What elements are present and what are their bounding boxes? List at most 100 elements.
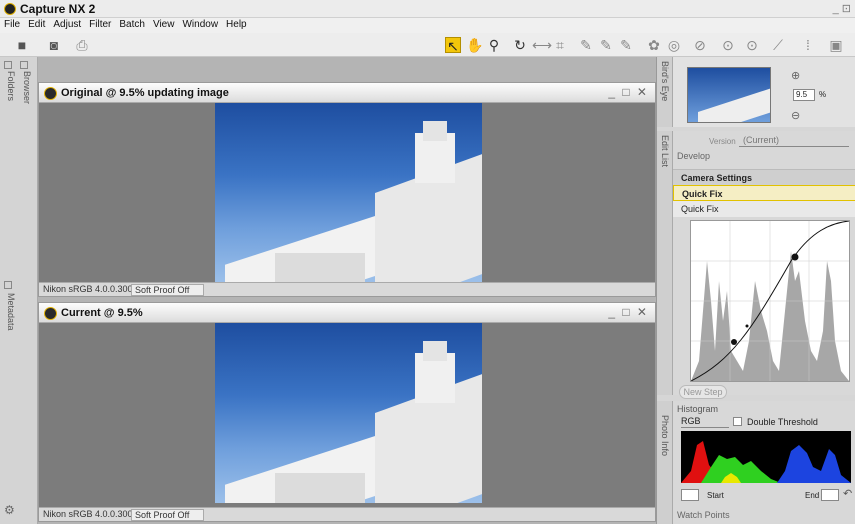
camera-settings-row[interactable]: Camera Settings — [673, 169, 855, 185]
pane-window-controls[interactable]: _ □ ✕ — [608, 85, 649, 99]
new-step-button[interactable]: New Step — [679, 385, 727, 399]
select-arrow-icon[interactable]: ↖ — [445, 37, 461, 54]
pane-title: Current @ 9.5% — [61, 307, 143, 319]
zoom-icon[interactable]: ⚲ — [486, 37, 502, 53]
color-control-point-icon[interactable]: ⊙ — [744, 37, 760, 53]
menu-file[interactable]: File — [0, 18, 24, 31]
more-tools-icon[interactable]: ⁞ — [800, 37, 816, 53]
color-profile: Nikon sRGB 4.0.0.3001 — [43, 284, 138, 294]
zoom-in-icon[interactable]: ⊕ — [791, 69, 800, 82]
control-point-icon[interactable]: ⊙ — [720, 37, 736, 53]
curve-point[interactable] — [731, 339, 737, 345]
zoom-input[interactable]: 9.5 — [793, 89, 815, 101]
tab-birds-eye[interactable]: Bird's Eye — [660, 61, 670, 101]
title-bar: Capture NX 2 _ ⊡ — [0, 0, 855, 18]
camera-settings-label: Camera Settings — [681, 173, 753, 183]
folders-collapse-icon[interactable] — [4, 61, 12, 69]
brush-icon[interactable]: ✿ — [646, 37, 662, 53]
rgb-histogram-svg — [681, 441, 851, 483]
double-threshold-checkbox[interactable] — [733, 417, 742, 426]
eye-dropper-icon[interactable]: ✎ — [578, 37, 594, 53]
straighten-icon[interactable]: ⟷ — [532, 37, 552, 53]
hand-icon[interactable]: ✋ — [466, 37, 483, 53]
version-dropdown[interactable]: (Current) — [739, 135, 849, 147]
tab-browser[interactable]: Browser — [22, 71, 32, 104]
pane-title: Original @ 9.5% updating image — [61, 87, 229, 99]
menu-filter[interactable]: Filter — [85, 18, 115, 31]
zoom-out-icon[interactable]: ⊖ — [791, 109, 800, 122]
toolbar: ■ ◙ ⎙ ↖ ✋ ⚲ ↻ ⟷ ⌗ ✎ ✎ ✎ ✿ ◎ ⊘ ⊙ ⊙ ⟋ ⁞ ▣ — [0, 33, 855, 57]
left-panel-strip: Folders Browser Metadata ⚙ — [0, 57, 38, 524]
tab-photo-info[interactable]: Photo Info — [660, 415, 670, 456]
quick-fix-row[interactable]: Quick Fix — [673, 185, 855, 201]
tab-edit-list[interactable]: Edit List — [660, 135, 670, 167]
histogram-header[interactable]: Histogram — [677, 404, 718, 414]
menu-view[interactable]: View — [149, 18, 179, 31]
print-icon[interactable]: ⎙ — [74, 37, 90, 53]
blue-channel — [777, 445, 851, 483]
rgb-histogram — [681, 431, 851, 483]
start-label: Start — [707, 491, 724, 500]
crop-icon[interactable]: ⌗ — [552, 37, 568, 53]
curves-svg — [691, 221, 849, 381]
tab-folders[interactable]: Folders — [6, 71, 16, 101]
menu-batch[interactable]: Batch — [115, 18, 149, 31]
black-point-icon[interactable]: ✎ — [598, 37, 614, 53]
edit-list-tab-strip: Edit List — [657, 131, 673, 395]
photo-info-tab-strip: Photo Info — [657, 401, 673, 524]
menu-edit[interactable]: Edit — [24, 18, 49, 31]
version-label: Version — [709, 137, 736, 146]
gradient-icon[interactable]: ◎ — [666, 37, 682, 53]
pane-header: Original @ 9.5% updating image _ □ ✕ — [39, 83, 655, 103]
current-image-pane: Current @ 9.5% _ □ ✕ Nikon sRGB 4.0.0.30… — [38, 302, 656, 522]
red-eye-icon[interactable]: ⟋ — [770, 37, 786, 53]
soft-proof-dropdown[interactable]: Soft Proof Off — [131, 509, 205, 521]
settings-gear-icon[interactable]: ⚙ — [4, 503, 15, 517]
pane-header: Current @ 9.5% _ □ ✕ — [39, 303, 655, 323]
zoom-unit: % — [819, 90, 827, 99]
right-panel: Bird's Eye ⊕ 9.5 % ⊖ Edit List Version (… — [656, 57, 855, 524]
end-input[interactable] — [821, 489, 839, 501]
original-image-pane: Original @ 9.5% updating image _ □ ✕ Nik… — [38, 82, 656, 297]
window-controls[interactable]: _ ⊡ — [833, 2, 851, 15]
pane-window-controls[interactable]: _ □ ✕ — [608, 305, 649, 319]
quick-fix-item-row[interactable]: Quick Fix — [673, 201, 855, 217]
menu-window[interactable]: Window — [178, 18, 222, 31]
rotate-icon[interactable]: ↻ — [512, 37, 528, 53]
double-threshold-label: Double Threshold — [747, 417, 818, 427]
birds-eye-thumbnail[interactable] — [687, 67, 771, 123]
develop-header[interactable]: Develop — [677, 151, 710, 161]
curve-point[interactable] — [745, 324, 749, 328]
browser-toggle-icon[interactable]: ■ — [14, 37, 30, 53]
quick-fix-label: Quick Fix — [682, 189, 723, 199]
color-profile: Nikon sRGB 4.0.0.3001 — [43, 509, 138, 519]
photo-info-panel: Histogram RGB Double Threshold Start End… — [673, 401, 855, 524]
overflow-icon[interactable]: ▣ — [828, 37, 844, 53]
reset-icon[interactable]: ↶ — [843, 487, 852, 500]
curve-point[interactable] — [791, 253, 799, 261]
soft-proof-dropdown[interactable]: Soft Proof Off — [131, 284, 205, 296]
lasso-icon[interactable]: ⊘ — [692, 37, 708, 53]
menu-bar: File Edit Adjust Filter Batch View Window Help — [0, 18, 855, 33]
channel-dropdown[interactable]: RGB — [681, 416, 729, 428]
start-input[interactable] — [681, 489, 699, 501]
browser-collapse-icon[interactable] — [20, 61, 28, 69]
pane-status-bar: Nikon sRGB 4.0.0.3001 Soft Proof Off — [39, 282, 655, 296]
camera-icon[interactable]: ◙ — [46, 37, 62, 53]
current-photo[interactable] — [215, 323, 482, 503]
end-label: End — [805, 491, 820, 500]
watch-points-header[interactable]: Watch Points — [677, 510, 730, 520]
app-logo-icon — [4, 3, 16, 15]
image-workspace: Original @ 9.5% updating image _ □ ✕ Nik… — [38, 57, 656, 524]
menu-help[interactable]: Help — [222, 18, 251, 31]
menu-adjust[interactable]: Adjust — [49, 18, 85, 31]
nx-logo-icon — [44, 307, 57, 320]
quick-fix-item-label: Quick Fix — [681, 204, 719, 214]
birds-eye-tab-strip: Bird's Eye — [657, 57, 673, 127]
green-channel — [701, 455, 781, 483]
metadata-collapse-icon[interactable] — [4, 281, 12, 289]
tab-metadata[interactable]: Metadata — [6, 293, 16, 331]
white-point-icon[interactable]: ✎ — [618, 37, 634, 53]
curves-graph[interactable] — [690, 220, 850, 382]
original-photo[interactable] — [215, 103, 482, 283]
